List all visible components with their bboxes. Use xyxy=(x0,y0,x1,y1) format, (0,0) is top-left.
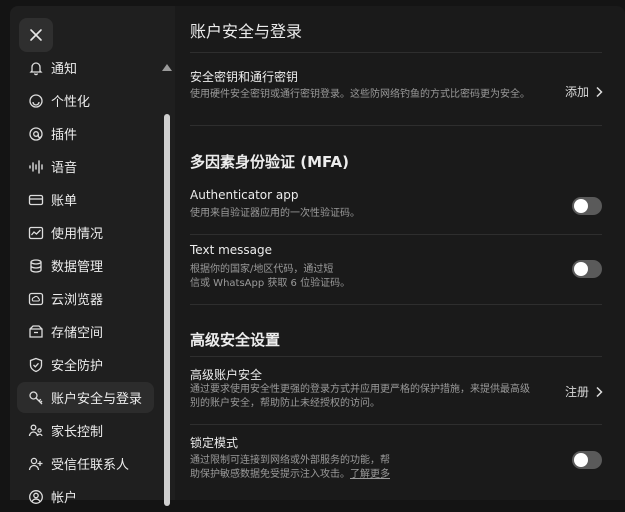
sidebar-item-data-controls[interactable]: 数据管理 xyxy=(17,250,154,281)
toggle-knob xyxy=(574,199,588,213)
toggle-knob xyxy=(574,262,588,276)
usage-icon xyxy=(27,224,45,242)
card-icon xyxy=(27,191,45,209)
sidebar-item-account-security[interactable]: 账户安全与登录 xyxy=(17,382,154,413)
sidebar-item-security[interactable]: 安全防护 xyxy=(17,349,154,380)
account-icon xyxy=(27,488,45,506)
authenticator-description: 使用来自验证器应用的一次性验证码。 xyxy=(190,208,360,219)
lockdown-title: 锁定模式 xyxy=(190,436,239,450)
sidebar-item-label: 插件 xyxy=(51,128,78,143)
chevron-right-icon xyxy=(595,86,603,98)
text-message-description-line1: 根据你的国家/地区代码，通过短 xyxy=(190,264,334,275)
divider xyxy=(190,424,602,425)
mfa-section-title: 多因素身份验证 (MFA) xyxy=(190,153,349,171)
sidebar-item-parental-controls[interactable]: 家长控制 xyxy=(17,415,154,446)
sidebar-item-label: 受信任联系人 xyxy=(51,458,130,473)
close-button[interactable] xyxy=(19,18,53,52)
sidebar-item-label: 通知 xyxy=(51,62,78,77)
divider xyxy=(190,304,602,305)
plugin-icon xyxy=(27,125,45,143)
storage-icon xyxy=(27,323,45,341)
text-message-toggle[interactable] xyxy=(572,260,602,278)
sidebar-item-voice[interactable]: 语音 xyxy=(17,151,154,182)
sidebar-item-label: 使用情况 xyxy=(51,227,104,242)
key-icon xyxy=(27,389,45,407)
family-icon xyxy=(27,422,45,440)
passkeys-title: 安全密钥和通行密钥 xyxy=(190,70,299,84)
sidebar-item-label: 语音 xyxy=(51,161,78,176)
shield-icon xyxy=(27,356,45,374)
lockdown-description-line1: 通过限制可连接到网络或外部服务的功能，帮 xyxy=(190,455,390,466)
sidebar-item-account[interactable]: 帐户 xyxy=(17,481,154,512)
sidebar-item-trusted-contacts[interactable]: 受信任联系人 xyxy=(17,448,154,479)
advanced-account-description: 通过要求使用安全性更强的登录方式并应用更严格的保护措施，来提供最高级别的账户安全… xyxy=(190,384,530,409)
learn-more-link[interactable]: 了解更多 xyxy=(350,469,390,480)
divider xyxy=(190,52,602,53)
sidebar-item-label: 云浏览器 xyxy=(51,293,104,308)
sidebar-item-storage[interactable]: 存储空间 xyxy=(17,316,154,347)
text-message-title: Text message xyxy=(190,243,273,257)
divider xyxy=(190,234,602,235)
chevron-right-icon xyxy=(595,386,603,398)
sidebar-scrollbar[interactable] xyxy=(164,114,170,506)
lockdown-description-text: 助保护敏感数据免受提示注入攻击。 xyxy=(190,469,350,480)
passkeys-description: 使用硬件安全密钥或通行密钥登录。这些防网络钓鱼的方式比密码更为安全。 xyxy=(190,89,530,100)
sidebar-item-plugins[interactable]: 插件 xyxy=(17,118,154,149)
sidebar-item-billing[interactable]: 账单 xyxy=(17,184,154,215)
close-icon xyxy=(29,28,43,42)
cloud-browser-icon xyxy=(27,290,45,308)
sidebar-item-label: 帐户 xyxy=(51,491,78,506)
enroll-label: 注册 xyxy=(564,385,589,399)
authenticator-toggle[interactable] xyxy=(572,197,602,215)
divider xyxy=(190,356,602,357)
page-title: 账户安全与登录 xyxy=(190,22,303,41)
sidebar-item-label: 家长控制 xyxy=(51,425,104,440)
sidebar-item-label: 数据管理 xyxy=(51,260,104,275)
voice-icon xyxy=(27,158,45,176)
settings-window: 通知 个性化 插件 语音 账单 使用情况 数据管理 云浏览器 存储空间 安全防护… xyxy=(0,0,625,506)
sidebar-item-personalization[interactable]: 个性化 xyxy=(17,85,154,116)
add-passkey-button[interactable]: 添加 xyxy=(565,83,603,100)
divider xyxy=(190,125,602,126)
lockdown-description-line2: 助保护敏感数据免受提示注入攻击。了解更多 xyxy=(190,468,390,482)
text-message-description-line2: 信或 WhatsApp 获取 6 位验证码。 xyxy=(190,278,351,289)
sidebar-item-label: 存储空间 xyxy=(51,326,104,341)
sidebar-item-usage[interactable]: 使用情况 xyxy=(17,217,154,248)
add-label: 添加 xyxy=(564,85,589,99)
trusted-contact-icon xyxy=(27,455,45,473)
enroll-button[interactable]: 注册 xyxy=(565,383,603,400)
advanced-account-title: 高级账户安全 xyxy=(190,368,263,382)
sidebar-item-label: 账户安全与登录 xyxy=(51,392,143,407)
database-icon xyxy=(27,257,45,275)
settings-sidebar: 通知 个性化 插件 语音 账单 使用情况 数据管理 云浏览器 存储空间 安全防护… xyxy=(10,6,175,506)
sidebar-item-label: 个性化 xyxy=(51,95,91,110)
sidebar-item-cloud-browser[interactable]: 云浏览器 xyxy=(17,283,154,314)
lockdown-toggle[interactable] xyxy=(572,451,602,469)
sidebar-item-label: 账单 xyxy=(51,194,78,209)
bell-icon xyxy=(27,59,45,77)
authenticator-title: Authenticator app xyxy=(190,188,299,202)
sidebar-item-notifications[interactable]: 通知 xyxy=(17,52,154,83)
toggle-knob xyxy=(574,453,588,467)
scroll-up-arrow[interactable] xyxy=(162,63,172,71)
settings-content: 账户安全与登录 安全密钥和通行密钥 使用硬件安全密钥或通行密钥登录。这些防网络钓… xyxy=(175,6,625,500)
advanced-section-title: 高级安全设置 xyxy=(190,331,281,349)
sidebar-item-label: 安全防护 xyxy=(51,359,104,374)
personalization-icon xyxy=(27,92,45,110)
